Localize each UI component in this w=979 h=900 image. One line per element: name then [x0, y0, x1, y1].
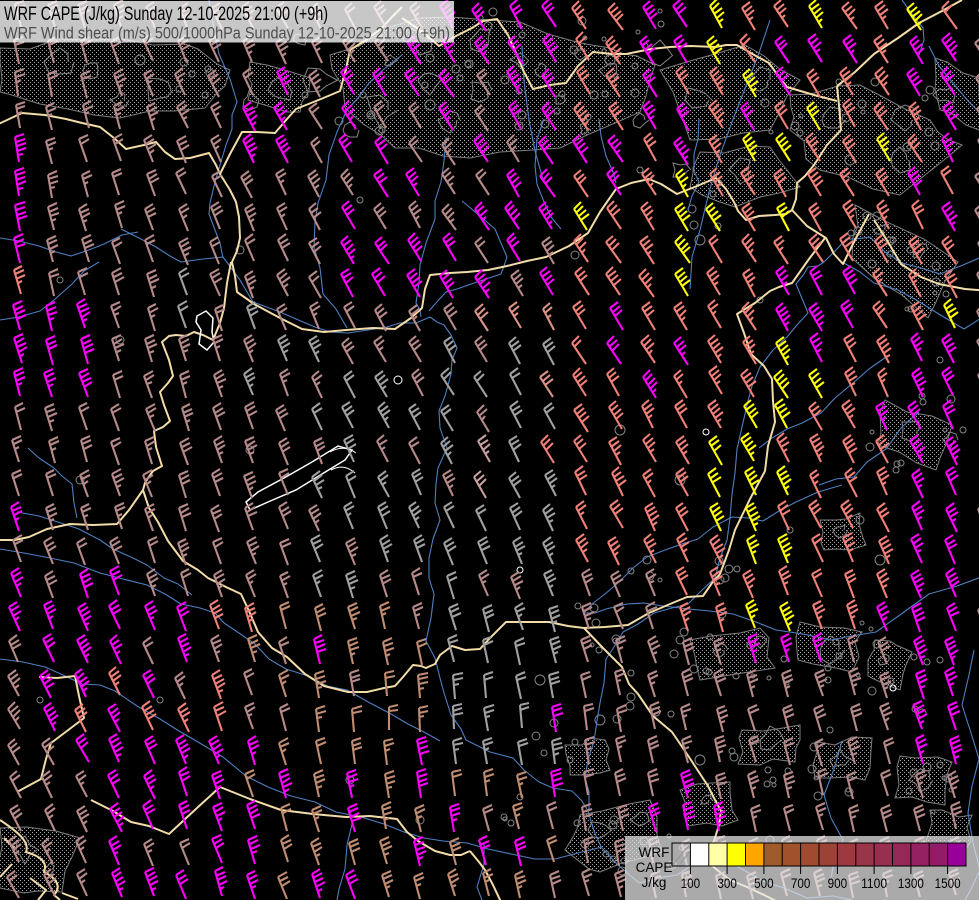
svg-text:300: 300: [717, 876, 737, 891]
svg-text:WRF Wind shear (m/s) 500/1000h: WRF Wind shear (m/s) 500/1000hPa Sunday …: [4, 24, 450, 43]
svg-text:1300: 1300: [898, 876, 924, 891]
svg-text:100: 100: [681, 876, 701, 891]
svg-text:J/kg: J/kg: [642, 875, 667, 890]
svg-text:1500: 1500: [935, 876, 961, 891]
svg-text:700: 700: [791, 876, 811, 891]
svg-text:500: 500: [754, 876, 774, 891]
svg-text:WRF: WRF: [639, 845, 670, 860]
svg-text:WRF CAPE (J/kg) Sunday 12-10-2: WRF CAPE (J/kg) Sunday 12-10-2025 21:00 …: [4, 4, 328, 25]
svg-text:CAPE: CAPE: [636, 860, 673, 875]
svg-text:900: 900: [828, 876, 848, 891]
svg-text:1100: 1100: [861, 876, 887, 891]
